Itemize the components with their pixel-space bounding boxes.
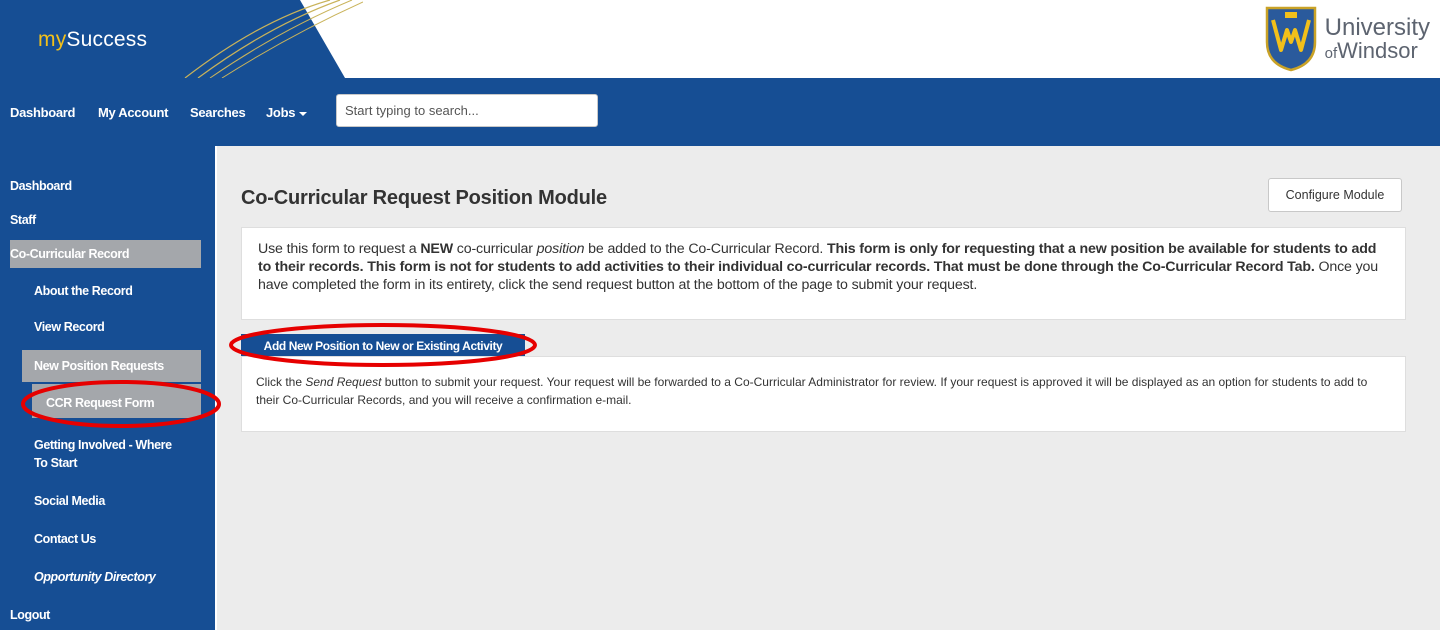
- sidebar-item-ccr-request-form[interactable]: CCR Request Form: [46, 394, 155, 412]
- note-panel: Click the Send Request button to submit …: [241, 356, 1406, 432]
- note-text: Click the Send Request button to submit …: [256, 375, 1368, 407]
- configure-module-button[interactable]: Configure Module: [1268, 178, 1402, 212]
- add-new-position-button[interactable]: Add New Position to New or Existing Acti…: [241, 334, 525, 358]
- sidebar-item-view-record[interactable]: View Record: [34, 318, 105, 336]
- top-navigation: Dashboard My Account Searches Jobs: [0, 78, 1440, 146]
- sidebar: Dashboard Staff Co-Curricular Record Abo…: [0, 146, 217, 630]
- sidebar-item-new-position-requests[interactable]: New Position Requests: [34, 357, 164, 375]
- sidebar-item-dashboard[interactable]: Dashboard: [10, 177, 72, 195]
- logo-band[interactable]: mySuccess: [0, 0, 363, 78]
- nav-dashboard[interactable]: Dashboard: [10, 105, 76, 120]
- intro-panel: Use this form to request a NEW co-curric…: [241, 227, 1406, 320]
- sidebar-item-about-the-record[interactable]: About the Record: [34, 282, 133, 300]
- intro-text: Use this form to request a NEW co-curric…: [258, 241, 1378, 293]
- nav-jobs-dropdown[interactable]: Jobs: [266, 105, 308, 120]
- university-crest-icon: [1265, 6, 1316, 72]
- sidebar-item-logout[interactable]: Logout: [10, 606, 50, 624]
- university-windsor-logo: University ofWindsor: [1265, 4, 1430, 74]
- sidebar-item-getting-involved[interactable]: Getting Involved - Where To Start: [34, 436, 172, 472]
- site-header: mySuccess University ofWindsor: [0, 0, 1440, 78]
- sidebar-item-contact-us[interactable]: Contact Us: [34, 530, 96, 548]
- nav-my-account[interactable]: My Account: [98, 105, 169, 120]
- chevron-down-icon: [299, 111, 308, 116]
- university-name-line2: ofWindsor: [1324, 38, 1418, 63]
- sidebar-item-social-media[interactable]: Social Media: [34, 492, 105, 510]
- university-name-line1: University: [1324, 14, 1430, 41]
- search-input[interactable]: [336, 94, 598, 127]
- sidebar-item-co-curricular-record[interactable]: Co-Curricular Record: [10, 245, 130, 263]
- nav-searches[interactable]: Searches: [190, 105, 246, 120]
- mysuccess-logo: mySuccess: [38, 28, 148, 51]
- sidebar-item-staff[interactable]: Staff: [10, 211, 36, 229]
- sidebar-item-opportunity-directory[interactable]: Opportunity Directory: [34, 568, 156, 586]
- page-title: Co-Curricular Request Position Module: [241, 187, 607, 209]
